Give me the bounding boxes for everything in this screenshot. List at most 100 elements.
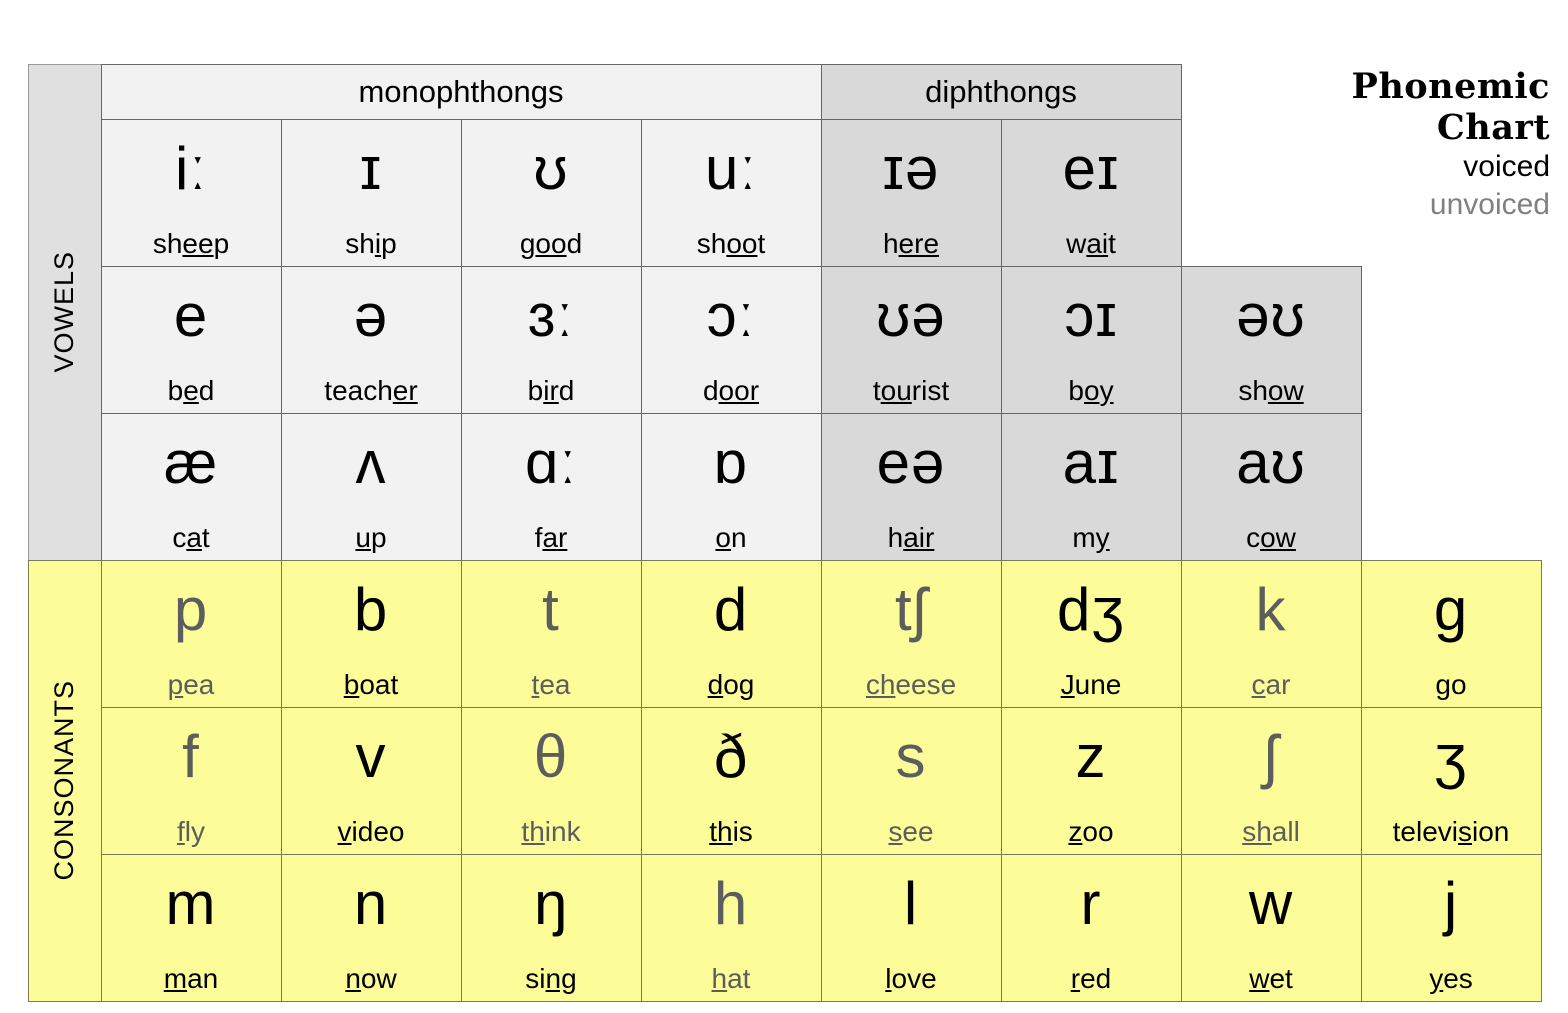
phoneme-symbol: s — [895, 723, 927, 790]
phoneme-cell-r[interactable]: r — [1000, 853, 1182, 958]
phoneme-cell-ʃ[interactable]: ʃ — [1180, 706, 1362, 811]
phoneme-cell-t[interactable]: t — [460, 559, 642, 664]
phoneme-cell-f[interactable]: f — [100, 706, 282, 811]
example-word-cell[interactable]: sheep — [100, 221, 282, 267]
phoneme-cell-ɒ[interactable]: ɒ — [640, 412, 822, 517]
phoneme-symbol: aɪ — [1062, 429, 1120, 496]
phoneme-cell-l[interactable]: l — [820, 853, 1002, 958]
example-word-cell[interactable]: think — [460, 809, 642, 855]
example-word-cell[interactable]: bed — [100, 368, 282, 414]
phoneme-cell-p[interactable]: p — [100, 559, 282, 664]
phoneme-cell-n[interactable]: n — [280, 853, 462, 958]
example-word-cell[interactable]: wait — [1000, 221, 1182, 267]
example-word-cell[interactable]: up — [280, 515, 462, 561]
phoneme-cell-ɔɪ[interactable]: ɔɪ — [1000, 265, 1182, 370]
phoneme-cell-v[interactable]: v — [280, 706, 462, 811]
example-word-cell[interactable]: here — [820, 221, 1002, 267]
example-word-cell[interactable]: show — [1180, 368, 1362, 414]
example-word-cell[interactable]: boat — [280, 662, 462, 708]
phoneme-symbol: ʊ — [533, 135, 569, 202]
example-word-cell[interactable]: tourist — [820, 368, 1002, 414]
phoneme-cell-aɪ[interactable]: aɪ — [1000, 412, 1182, 517]
example-word-cell[interactable]: ship — [280, 221, 462, 267]
example-word-cell[interactable]: car — [1180, 662, 1362, 708]
phoneme-cell-ʌ[interactable]: ʌ — [280, 412, 462, 517]
example-word-cell[interactable]: love — [820, 956, 1002, 1002]
phoneme-cell-æ[interactable]: æ — [100, 412, 282, 517]
phoneme-cell-θ[interactable]: θ — [460, 706, 642, 811]
example-word-cell[interactable]: man — [100, 956, 282, 1002]
example-word-cell[interactable]: teacher — [280, 368, 462, 414]
phoneme-cell-eɪ[interactable]: eɪ — [1000, 118, 1182, 223]
example-word-cell[interactable]: go — [1360, 662, 1542, 708]
example-word-cell[interactable]: cat — [100, 515, 282, 561]
phoneme-cell-tʃ[interactable]: tʃ — [820, 559, 1002, 664]
phoneme-cell-ʊ[interactable]: ʊ — [460, 118, 642, 223]
phoneme-cell-b[interactable]: b — [280, 559, 462, 664]
example-word-cell[interactable]: my — [1000, 515, 1182, 561]
example-word-cell[interactable]: see — [820, 809, 1002, 855]
phoneme-cell-ð[interactable]: ð — [640, 706, 822, 811]
example-word-cell[interactable]: hat — [640, 956, 822, 1002]
phoneme-cell-aʊ[interactable]: aʊ — [1180, 412, 1362, 517]
example-word-cell[interactable]: tea — [460, 662, 642, 708]
phoneme-cell-ɔː[interactable]: ɔː — [640, 265, 822, 370]
example-word-cell[interactable]: shoot — [640, 221, 822, 267]
section-label-consonants: CONSONANTS — [27, 559, 102, 1002]
phoneme-cell-əʊ[interactable]: əʊ — [1180, 265, 1362, 370]
phoneme-cell-z[interactable]: z — [1000, 706, 1182, 811]
phoneme-cell-uː[interactable]: uː — [640, 118, 822, 223]
example-word-cell[interactable]: video — [280, 809, 462, 855]
example-word-cell[interactable]: this — [640, 809, 822, 855]
phoneme-cell-k[interactable]: k — [1180, 559, 1362, 664]
example-word: boat — [343, 668, 399, 700]
example-word-cell[interactable]: boy — [1000, 368, 1182, 414]
example-word-cell[interactable]: cow — [1180, 515, 1362, 561]
example-word-cell[interactable]: bird — [460, 368, 642, 414]
phoneme-cell-ɜː[interactable]: ɜː — [460, 265, 642, 370]
example-word-cell[interactable]: June — [1000, 662, 1182, 708]
example-word: up — [355, 521, 387, 553]
phoneme-cell-w[interactable]: w — [1180, 853, 1362, 958]
phoneme-cell-ʊə[interactable]: ʊə — [820, 265, 1002, 370]
example-word-cell[interactable]: cheese — [820, 662, 1002, 708]
phoneme-cell-m[interactable]: m — [100, 853, 282, 958]
example-word-cell[interactable]: red — [1000, 956, 1182, 1002]
phoneme-cell-eə[interactable]: eə — [820, 412, 1002, 517]
example-word-cell[interactable]: hair — [820, 515, 1002, 561]
phoneme-cell-ŋ[interactable]: ŋ — [460, 853, 642, 958]
example-word-cell[interactable]: pea — [100, 662, 282, 708]
phoneme-cell-ɪ[interactable]: ɪ — [280, 118, 462, 223]
example-word-cell[interactable]: on — [640, 515, 822, 561]
example-word-cell[interactable]: door — [640, 368, 822, 414]
example-word-cell[interactable]: fly — [100, 809, 282, 855]
phoneme-cell-j[interactable]: j — [1360, 853, 1542, 958]
phoneme-cell-dʒ[interactable]: dʒ — [1000, 559, 1182, 664]
example-word-cell[interactable]: zoo — [1000, 809, 1182, 855]
group-header-monophthongs: monophthongs — [100, 63, 822, 120]
example-word-cell[interactable]: yes — [1360, 956, 1542, 1002]
example-word-cell[interactable]: wet — [1180, 956, 1362, 1002]
example-word-cell[interactable]: now — [280, 956, 462, 1002]
phoneme-cell-h[interactable]: h — [640, 853, 822, 958]
example-word-cell[interactable]: sing — [460, 956, 642, 1002]
phoneme-cell-e[interactable]: e — [100, 265, 282, 370]
phoneme-cell-g[interactable]: g — [1360, 559, 1542, 664]
example-word-cell[interactable]: far — [460, 515, 642, 561]
phoneme-symbol: p — [173, 576, 209, 643]
phoneme-symbol: ɒ — [713, 429, 749, 496]
vowels-label: VOWELS — [49, 251, 79, 373]
example-word-cell[interactable]: television — [1360, 809, 1542, 855]
phoneme-cell-ɑː[interactable]: ɑː — [460, 412, 642, 517]
example-word-cell[interactable]: shall — [1180, 809, 1362, 855]
phoneme-cell-ʒ[interactable]: ʒ — [1360, 706, 1542, 811]
phoneme-cell-d[interactable]: d — [640, 559, 822, 664]
phoneme-cell-iː[interactable]: iː — [100, 118, 282, 223]
example-word-cell[interactable]: dog — [640, 662, 822, 708]
example-word-cell[interactable]: good — [460, 221, 642, 267]
phoneme-cell-ə[interactable]: ə — [280, 265, 462, 370]
example-word: television — [1392, 815, 1510, 847]
phonemic-chart-page: Phonemic Chart voiced unvoiced VOWELS mo… — [0, 0, 1568, 1013]
phoneme-cell-s[interactable]: s — [820, 706, 1002, 811]
phoneme-cell-ɪə[interactable]: ɪə — [820, 118, 1002, 223]
